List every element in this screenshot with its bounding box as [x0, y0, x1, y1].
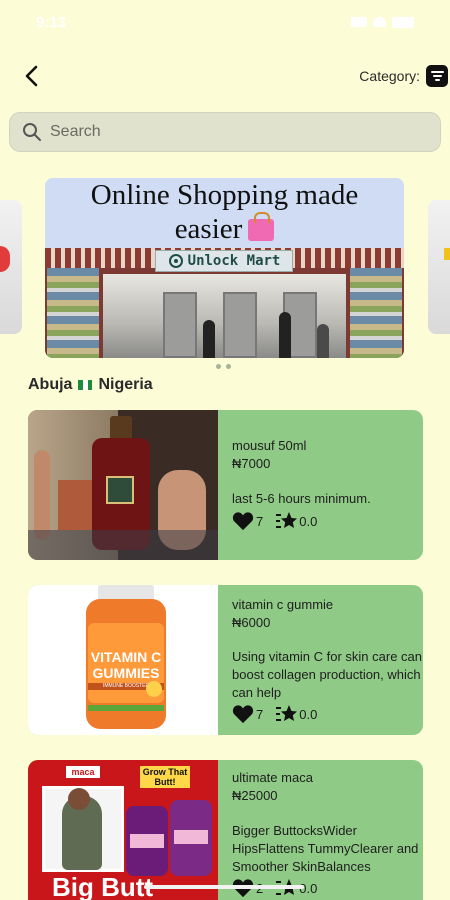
banner-slide[interactable]: Online Shopping made easier Unlock Mart: [45, 178, 404, 358]
search-input[interactable]: [50, 123, 410, 141]
product-name: ultimate maca: [232, 770, 313, 785]
top-bar: Category:: [0, 56, 450, 96]
heart-icon: [232, 512, 254, 531]
product-card[interactable]: mousuf 50ml ₦7000 last 5-6 hours minimum…: [28, 410, 423, 560]
store-name: Unlock Mart: [187, 253, 281, 269]
product-price: ₦25000: [232, 788, 278, 803]
store-sign: Unlock Mart: [155, 250, 293, 272]
home-indicator[interactable]: [144, 885, 304, 889]
product-price: ₦7000: [232, 456, 271, 471]
product-stats: 7 0.0: [232, 704, 317, 724]
status-icons: [351, 16, 414, 28]
shelf-right: [350, 268, 402, 358]
product-image: maca Grow That Butt! Big Butt: [28, 760, 218, 900]
product-description: Bigger ButtocksWider HipsFlattens TummyC…: [232, 823, 419, 874]
rating-value: 0.0: [299, 513, 318, 529]
product-card[interactable]: VITAMIN C GUMMIES IMMUNE BOOSTER vitamin…: [28, 585, 423, 735]
category-label: Category:: [359, 68, 420, 84]
like-stat[interactable]: 7: [232, 511, 263, 531]
status-bar: 9:13: [0, 0, 450, 44]
banner-carousel[interactable]: Online Shopping made easier Unlock Mart: [0, 176, 450, 369]
nigeria-flag-icon: [78, 380, 93, 390]
product-image: VITAMIN C GUMMIES IMMUNE BOOSTER: [28, 585, 218, 735]
status-time: 9:13: [36, 13, 67, 31]
category-selector[interactable]: Category:: [359, 64, 450, 88]
product-name: vitamin c gummie: [232, 597, 334, 612]
location-city: Abuja: [28, 376, 73, 393]
product-image: [28, 410, 218, 560]
store-logo-icon: [168, 254, 183, 268]
search-bar[interactable]: [9, 112, 441, 152]
product-description: last 5-6 hours minimum.: [232, 491, 371, 506]
carousel-dot[interactable]: [226, 364, 231, 369]
store-front-image: Unlock Mart: [45, 248, 404, 358]
maca-brand-label: maca: [66, 766, 100, 778]
rating-star-icon: [276, 512, 298, 528]
product-price: ₦6000: [232, 615, 271, 630]
banner-title-line2: easier: [174, 213, 243, 245]
location-label[interactable]: Abuja Nigeria: [28, 376, 153, 394]
rating-stat: 0.0: [275, 511, 317, 531]
product-name: mousuf 50ml: [232, 438, 307, 453]
person: [203, 320, 215, 358]
person: [279, 312, 291, 358]
person: [317, 324, 329, 358]
wifi-icon: [373, 17, 386, 27]
heart-icon: [232, 705, 254, 724]
rating-value: 0.0: [299, 706, 318, 722]
search-icon: [23, 123, 41, 141]
carousel-next-peek[interactable]: [428, 200, 450, 334]
product-card[interactable]: maca Grow That Butt! Big Butt ultimate m…: [28, 760, 423, 900]
location-country: Nigeria: [98, 376, 153, 393]
shelf-left: [47, 268, 99, 358]
like-stat[interactable]: 7: [232, 704, 263, 724]
vitamin-c-label: VITAMIN C: [90, 649, 162, 665]
door: [223, 292, 257, 358]
gummies-label: GUMMIES: [92, 665, 160, 681]
battery-icon: [392, 16, 414, 28]
filter-icon[interactable]: [426, 65, 448, 87]
back-button[interactable]: [18, 62, 46, 90]
signal-icon: [351, 17, 367, 27]
banner-title-line1: Online Shopping made: [90, 179, 359, 211]
like-count: 7: [256, 513, 264, 529]
carousel-dot[interactable]: [216, 364, 221, 369]
carousel-prev-peek[interactable]: [0, 200, 22, 334]
product-description: Using vitamin C for skin care can boost …: [232, 649, 423, 700]
like-count: 7: [256, 706, 264, 722]
shopping-bag-icon: [248, 212, 275, 241]
rating-stat: 0.0: [275, 704, 317, 724]
back-arrow-icon: [25, 65, 38, 87]
rating-star-icon: [276, 705, 298, 721]
product-stats: 7 0.0: [232, 511, 317, 531]
grow-that-butt-label: Grow That Butt!: [140, 766, 190, 788]
carousel-indicator: [216, 364, 231, 369]
store-interior: [103, 274, 346, 358]
banner-header: Online Shopping made easier: [45, 178, 404, 248]
door: [163, 292, 197, 358]
